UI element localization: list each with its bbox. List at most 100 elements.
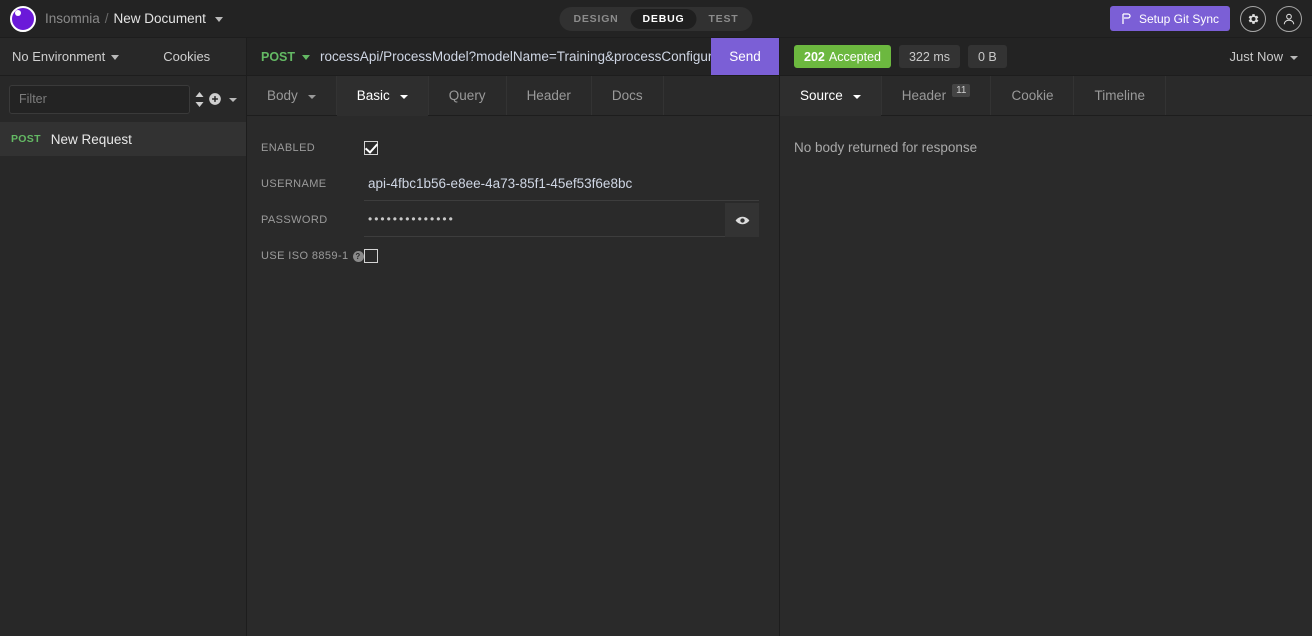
tab-header[interactable]: Header [507,76,592,115]
reveal-password-button[interactable] [725,203,759,237]
tab-design[interactable]: DESIGN [561,9,630,29]
request-pane: POST rocessApi/ProcessModel?modelName=Tr… [247,38,780,636]
duration-badge[interactable]: 322 ms [899,45,960,68]
username-field-wrap: api-4fbc1b56-e8ee-4a73-85f1-45ef53f6e8bc [364,167,759,201]
app-header: Insomnia / New Document DESIGN DEBUG TES… [0,0,1312,38]
sort-icon [194,92,205,107]
response-empty-message: No body returned for response [794,140,1298,155]
sidebar-filter-row [0,76,246,122]
password-row: PASSWORD •••••••••••••• [247,202,779,238]
add-request-button[interactable] [208,92,237,106]
send-button[interactable]: Send [711,38,779,75]
cookies-button[interactable]: Cookies [163,49,210,64]
status-text: Accepted [829,50,881,64]
response-history-selector[interactable]: Just Now [1230,49,1298,64]
setup-git-sync-button[interactable]: Setup Git Sync [1110,6,1230,31]
header-count-badge: 11 [952,84,970,97]
user-icon [1282,12,1296,26]
tab-query[interactable]: Query [429,76,507,115]
environment-selector[interactable]: No Environment [12,49,119,64]
url-bar: POST rocessApi/ProcessModel?modelName=Tr… [247,38,779,76]
tab-query-label: Query [449,88,486,103]
chevron-down-icon [853,95,861,99]
tab-docs[interactable]: Docs [592,76,664,115]
eye-icon [735,213,750,228]
tab-header-label: Header [527,88,571,103]
breadcrumb-separator: / [105,11,109,26]
breadcrumb-app-name[interactable]: Insomnia [45,11,100,26]
request-name-label: New Request [51,132,132,147]
header-actions: Setup Git Sync [1110,6,1302,32]
password-field-wrap: •••••••••••••• [364,203,759,237]
enabled-label: ENABLED [247,142,364,154]
username-field[interactable]: api-4fbc1b56-e8ee-4a73-85f1-45ef53f6e8bc [364,167,759,201]
enabled-checkbox[interactable] [364,141,378,155]
chevron-down-icon [400,95,408,99]
response-timestamp: Just Now [1230,49,1283,64]
question-mark-icon[interactable]: ? [353,251,364,262]
enabled-row: ENABLED [247,130,779,166]
username-label: USERNAME [247,178,364,190]
response-pane: 202 Accepted 322 ms 0 B Just Now Source … [780,38,1312,636]
chevron-down-icon [229,98,237,102]
breadcrumb-document-name[interactable]: New Document [114,11,206,26]
tab-debug[interactable]: DEBUG [631,9,697,29]
tab-response-header-label: Header [902,88,946,103]
tab-cookie[interactable]: Cookie [991,76,1074,115]
method-selector[interactable]: POST [247,38,320,75]
logo-dot [15,10,21,16]
insomnia-logo-icon [10,6,36,32]
response-tabs: Source Header 11 Cookie Timeline [780,76,1312,116]
sidebar: No Environment Cookies [0,38,247,636]
mode-switcher: DESIGN DEBUG TEST [559,7,752,31]
request-method-badge: POST [11,133,41,145]
response-status-bar: 202 Accepted 322 ms 0 B Just Now [780,38,1312,76]
chevron-down-icon [111,55,119,60]
tab-body[interactable]: Body [247,76,337,115]
chevron-down-icon [1290,56,1298,60]
method-label: POST [261,50,295,64]
chevron-down-icon[interactable] [215,17,223,22]
plus-circle-icon [208,92,222,106]
search-input[interactable] [9,85,190,114]
sort-button[interactable] [190,92,208,107]
main-body: No Environment Cookies [0,38,1312,636]
tab-source-label: Source [800,88,843,103]
password-field[interactable]: •••••••••••••• [364,203,725,237]
logo-ring [10,6,36,32]
settings-button[interactable] [1240,6,1266,32]
tab-cookie-label: Cookie [1011,88,1053,103]
tab-response-header[interactable]: Header 11 [882,76,992,115]
url-input[interactable]: rocessApi/ProcessModel?modelName=Trainin… [320,38,711,75]
tab-body-label: Body [267,88,298,103]
sidebar-empty-area [0,156,246,636]
tab-timeline-label: Timeline [1094,88,1145,103]
tab-test[interactable]: TEST [696,9,750,29]
sidebar-header: No Environment Cookies [0,38,246,76]
tab-basic-auth[interactable]: Basic [337,76,429,115]
account-button[interactable] [1276,6,1302,32]
basic-auth-form: ENABLED USERNAME api-4fbc1b56-e8ee-4a73-… [247,116,779,274]
username-row: USERNAME api-4fbc1b56-e8ee-4a73-85f1-45e… [247,166,779,202]
iso-checkbox[interactable] [364,249,378,263]
tab-source[interactable]: Source [780,76,882,115]
chevron-down-icon [302,55,310,60]
tab-docs-label: Docs [612,88,643,103]
sidebar-item-new-request[interactable]: POST New Request [0,122,246,156]
status-badge[interactable]: 202 Accepted [794,45,891,68]
gear-icon [1246,12,1260,26]
size-badge[interactable]: 0 B [968,45,1007,68]
tab-timeline[interactable]: Timeline [1074,76,1166,115]
iso-row: USE ISO 8859-1 ? [247,238,779,274]
tab-basic-auth-label: Basic [357,88,390,103]
chevron-down-icon [308,95,316,99]
password-label: PASSWORD [247,214,364,226]
iso-label: USE ISO 8859-1 [261,250,349,262]
insomnia-window: Insomnia / New Document DESIGN DEBUG TES… [0,0,1312,636]
git-branch-icon [1121,13,1132,25]
breadcrumb: Insomnia / New Document [0,6,223,32]
setup-git-sync-label: Setup Git Sync [1139,12,1219,26]
status-code: 202 [804,50,825,64]
iso-label-wrap: USE ISO 8859-1 ? [247,250,364,262]
request-tabs: Body Basic Query Header Docs [247,76,779,116]
